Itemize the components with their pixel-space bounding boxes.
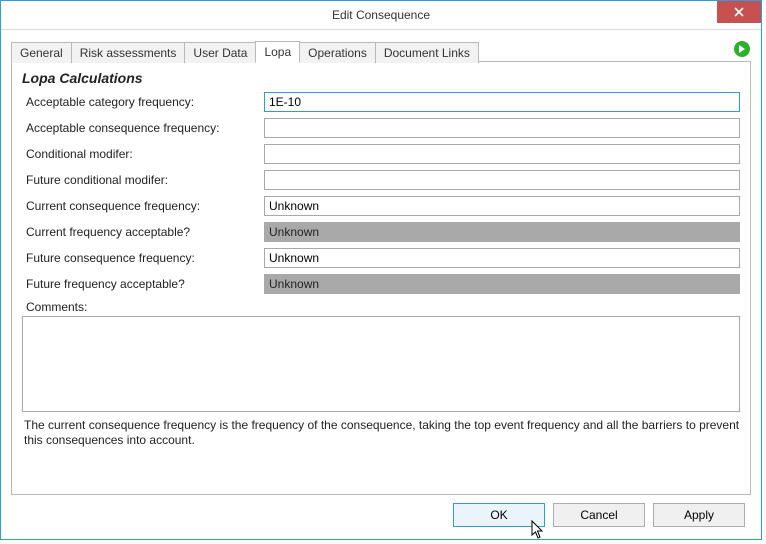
section-title: Lopa Calculations	[22, 70, 740, 86]
close-button[interactable]	[717, 1, 761, 23]
window-title: Edit Consequence	[332, 8, 430, 22]
label-current-frequency-acceptable: Current frequency acceptable?	[22, 225, 264, 239]
button-row: OK Cancel Apply	[11, 495, 751, 531]
tab-lopa[interactable]: Lopa	[255, 41, 300, 63]
tab-label: User Data	[193, 46, 247, 60]
input-current-frequency-acceptable	[264, 222, 740, 242]
input-current-consequence-frequency	[264, 196, 740, 216]
ok-button[interactable]: OK	[453, 503, 545, 527]
cancel-button[interactable]: Cancel	[553, 503, 645, 527]
tab-label: Lopa	[264, 45, 291, 59]
label-acceptable-category-frequency: Acceptable category frequency:	[22, 95, 264, 109]
row-future-consequence-frequency: Future consequence frequency:	[22, 248, 740, 268]
tab-risk-assessments[interactable]: Risk assessments	[71, 42, 186, 63]
tab-general[interactable]: General	[11, 42, 72, 63]
label-future-conditional-modifier: Future conditional modifer:	[22, 173, 264, 187]
input-conditional-modifier[interactable]	[264, 144, 740, 164]
tab-panel-lopa: Lopa Calculations Acceptable category fr…	[11, 62, 751, 495]
help-text: The current consequence frequency is the…	[22, 418, 740, 448]
input-future-consequence-frequency	[264, 248, 740, 268]
tab-document-links[interactable]: Document Links	[375, 42, 479, 63]
tab-user-data[interactable]: User Data	[184, 42, 256, 63]
close-icon	[734, 5, 744, 20]
row-future-frequency-acceptable: Future frequency acceptable?	[22, 274, 740, 294]
row-conditional-modifier: Conditional modifer:	[22, 144, 740, 164]
tab-bar: General Risk assessments User Data Lopa …	[11, 38, 751, 62]
tabbar-spacer	[478, 38, 751, 62]
input-acceptable-category-frequency[interactable]	[264, 92, 740, 112]
dialog-window: Edit Consequence General Risk assessment…	[0, 0, 762, 540]
input-future-frequency-acceptable	[264, 274, 740, 294]
next-arrow-icon[interactable]	[733, 40, 751, 58]
tab-operations[interactable]: Operations	[299, 42, 376, 63]
client-area: General Risk assessments User Data Lopa …	[1, 30, 761, 539]
textarea-comments[interactable]	[22, 316, 740, 412]
row-current-consequence-frequency: Current consequence frequency:	[22, 196, 740, 216]
tab-label: Risk assessments	[80, 46, 177, 60]
tab-label: Document Links	[384, 46, 470, 60]
row-acceptable-consequence-frequency: Acceptable consequence frequency:	[22, 118, 740, 138]
row-current-frequency-acceptable: Current frequency acceptable?	[22, 222, 740, 242]
apply-button[interactable]: Apply	[653, 503, 745, 527]
label-future-consequence-frequency: Future consequence frequency:	[22, 251, 264, 265]
row-acceptable-category-frequency: Acceptable category frequency:	[22, 92, 740, 112]
input-acceptable-consequence-frequency[interactable]	[264, 118, 740, 138]
titlebar: Edit Consequence	[1, 1, 761, 30]
row-future-conditional-modifier: Future conditional modifer:	[22, 170, 740, 190]
label-conditional-modifier: Conditional modifer:	[22, 147, 264, 161]
label-acceptable-consequence-frequency: Acceptable consequence frequency:	[22, 121, 264, 135]
tab-label: Operations	[308, 46, 367, 60]
tab-label: General	[20, 46, 63, 60]
label-comments: Comments:	[22, 300, 740, 314]
input-future-conditional-modifier[interactable]	[264, 170, 740, 190]
label-current-consequence-frequency: Current consequence frequency:	[22, 199, 264, 213]
label-future-frequency-acceptable: Future frequency acceptable?	[22, 277, 264, 291]
